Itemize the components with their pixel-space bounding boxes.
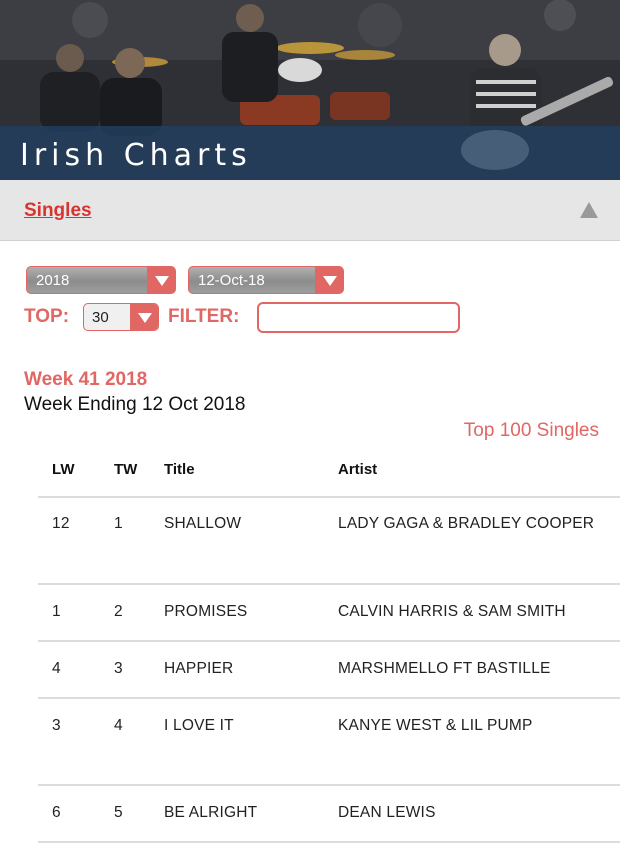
site-title: Irish Charts	[20, 138, 252, 173]
filter-input[interactable]	[257, 302, 460, 333]
row-artist: MARSHMELLO FT BASTILLE	[338, 660, 551, 677]
row-divider	[38, 583, 620, 585]
date-select-value: 12-Oct-18	[198, 272, 265, 289]
row-last-week: 3	[52, 717, 61, 734]
row-last-week: 6	[52, 804, 61, 821]
row-divider	[38, 640, 620, 642]
row-divider	[38, 841, 620, 843]
week-title: Week 41 2018	[24, 369, 148, 390]
row-artist: KANYE WEST & LIL PUMP	[338, 717, 533, 734]
row-this-week: 1	[114, 515, 123, 532]
year-select-arrow	[147, 267, 175, 293]
top-count-value: 30	[92, 309, 109, 326]
header-banner: Irish Charts	[0, 0, 620, 180]
row-artist: DEAN LEWIS	[338, 804, 436, 821]
row-this-week: 4	[114, 717, 123, 734]
row-title: I LOVE IT	[164, 717, 234, 734]
column-header-lw: LW	[52, 461, 75, 478]
date-select[interactable]: 12-Oct-18	[188, 266, 344, 294]
row-this-week: 3	[114, 660, 123, 677]
row-this-week: 2	[114, 603, 123, 620]
top-count-select[interactable]: 30	[83, 303, 159, 331]
singles-link[interactable]: Singles	[24, 200, 92, 222]
row-title: BE ALRIGHT	[164, 804, 258, 821]
row-last-week: 1	[52, 603, 61, 620]
collapse-triangle-icon[interactable]	[580, 202, 598, 218]
row-divider	[38, 784, 620, 786]
row-artist: CALVIN HARRIS & SAM SMITH	[338, 603, 566, 620]
row-divider	[38, 697, 620, 699]
top-100-singles-link[interactable]: Top 100 Singles	[464, 420, 599, 442]
row-last-week: 12	[52, 515, 70, 532]
chevron-down-icon	[138, 313, 152, 323]
row-last-week: 4	[52, 660, 61, 677]
row-divider	[38, 496, 620, 498]
chevron-down-icon	[155, 276, 169, 286]
top-count-arrow	[130, 304, 158, 330]
column-header-title: Title	[164, 461, 195, 478]
row-title: HAPPIER	[164, 660, 234, 677]
column-header-tw: TW	[114, 461, 138, 478]
row-title: PROMISES	[164, 603, 248, 620]
top-label: TOP:	[24, 306, 70, 327]
year-select[interactable]: 2018	[26, 266, 176, 294]
filter-label: FILTER:	[168, 306, 240, 327]
year-select-value: 2018	[36, 272, 70, 289]
week-ending: Week Ending 12 Oct 2018	[24, 394, 246, 415]
row-artist: LADY GAGA & BRADLEY COOPER	[338, 515, 595, 532]
section-header	[0, 180, 620, 241]
column-header-artist: Artist	[338, 461, 378, 478]
date-select-arrow	[315, 267, 343, 293]
chevron-down-icon	[323, 276, 337, 286]
row-title: SHALLOW	[164, 515, 242, 532]
row-this-week: 5	[114, 804, 123, 821]
